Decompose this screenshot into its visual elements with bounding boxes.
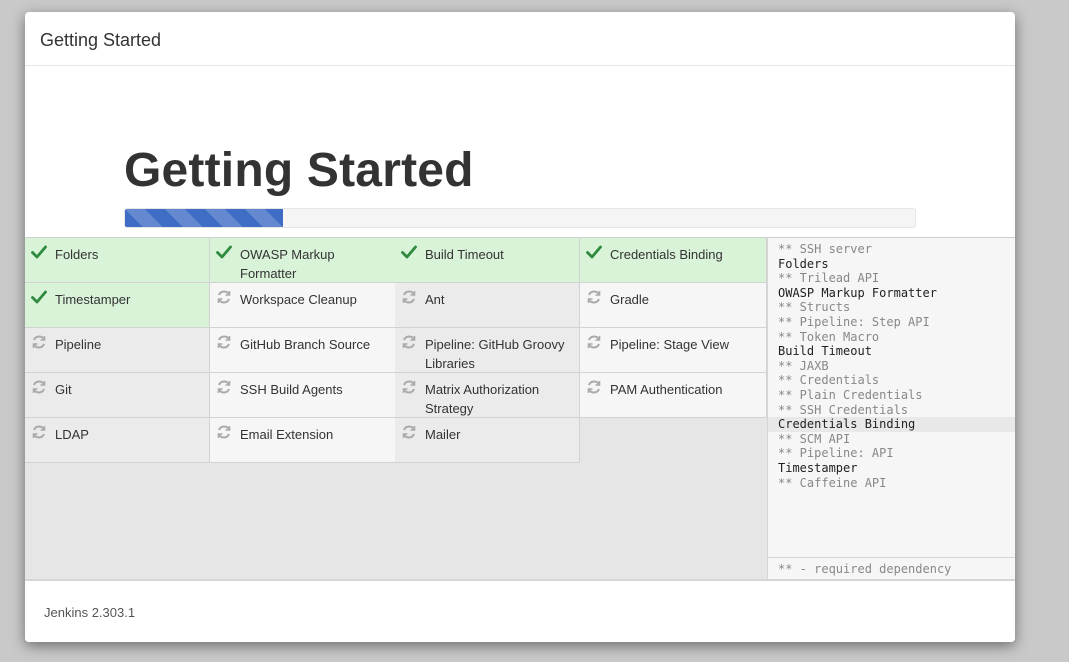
log-dependency-line: ** Plain Credentials [778,387,923,402]
log-dependency-line: ** Credentials [778,373,880,388]
getting-started-dialog: Getting Started Getting Started Folders O… [25,12,1015,642]
refresh-icon [586,334,602,350]
checkmark-icon [586,244,602,260]
plugin-name: OWASP Markup Formatter [240,247,335,281]
plugin-tile: Timestamper [25,283,210,328]
plugin-name: Pipeline: GitHub Groovy Libraries [425,337,565,371]
refresh-icon [401,379,417,395]
refresh-icon [216,379,232,395]
refresh-icon [31,424,47,440]
log-dependency-line: ** Structs [778,300,851,315]
log-dependency-line: ** SSH Credentials [778,402,909,417]
plugin-tile: Pipeline: Stage View [580,328,767,373]
refresh-icon [31,334,47,350]
plugin-tile: Credentials Binding [580,238,767,283]
refresh-icon [216,334,232,350]
plugin-tile: LDAP [25,418,210,463]
plugin-tile: Folders [25,238,210,283]
plugin-name: Workspace Cleanup [240,292,357,307]
plugin-name: Pipeline [55,337,102,352]
plugin-name: Build Timeout [425,247,504,262]
plugin-tile: Pipeline: GitHub Groovy Libraries [395,328,580,373]
install-progress-bar [124,208,916,228]
plugin-name: Mailer [425,427,461,442]
install-log-panel[interactable]: ** SSH server Folders ** Trilead API OWASP … [767,238,1015,579]
log-dependency-line: ** Pipeline: API [778,446,894,461]
plugin-tile: Workspace Cleanup [210,283,396,328]
log-dependency-line: ** JAXB [778,358,829,373]
plugin-name: Folders [55,247,99,262]
refresh-icon [31,379,47,395]
plugin-name: SSH Build Agents [240,382,343,397]
plugin-name: Ant [425,292,445,307]
checkmark-icon [31,289,47,305]
plugin-name: Credentials Binding [610,247,723,262]
plugin-name: Git [55,382,72,397]
log-dependency-line: ** Caffeine API [778,475,887,490]
plugin-name: Matrix Authorization Strategy [425,382,540,416]
plugin-name: PAM Authentication [610,382,723,397]
dialog-footer: Jenkins 2.303.1 [25,579,1015,642]
dialog-header: Getting Started [25,12,1015,66]
checkmark-icon [401,244,417,260]
refresh-icon [401,289,417,305]
checkmark-icon [31,244,47,260]
plugin-name: Pipeline: Stage View [610,337,730,352]
plugin-tile: SSH Build Agents [210,373,396,418]
plugin-grid: Folders OWASP Markup Formatter Build Timeo… [25,238,767,579]
plugin-tile: GitHub Branch Source [210,328,396,373]
plugin-tile: Matrix Authorization Strategy [395,373,580,418]
jenkins-version: Jenkins 2.303.1 [44,605,136,620]
refresh-icon [401,334,417,350]
refresh-icon [216,289,232,305]
hero-section: Getting Started [25,67,1015,239]
log-dependency-line: ** Pipeline: Step API [778,314,930,329]
plugin-tile: Ant [395,283,580,328]
log-plugin-line: Timestamper [778,460,858,475]
refresh-icon [586,289,602,305]
plugin-name: LDAP [55,427,89,442]
plugin-name: Email Extension [240,427,334,442]
plugin-tile: Pipeline [25,328,210,373]
refresh-icon [216,424,232,440]
refresh-icon [586,379,602,395]
log-plugin-line: Credentials Binding [768,417,1015,432]
plugin-tile: Gradle [580,283,767,328]
log-dependency-line: ** Trilead API [778,271,880,286]
plugin-name: Timestamper [55,292,131,307]
log-dependency-line: ** SSH server [778,242,872,256]
refresh-icon [401,424,417,440]
page-title: Getting Started [124,144,474,197]
install-log: ** SSH server Folders ** Trilead API OWASP … [768,242,1015,490]
dialog-title: Getting Started [40,30,162,50]
log-plugin-line: Folders [778,256,829,271]
plugin-tile: Build Timeout [395,238,580,283]
plugin-tile: Git [25,373,210,418]
progress-fill [125,209,283,227]
plugin-tile: Mailer [395,418,580,463]
plugin-name: Gradle [610,292,650,307]
log-dependency-line: ** Token Macro [778,329,880,344]
log-plugin-line: Build Timeout [778,344,872,359]
log-legend: ** - required dependency [768,557,1015,579]
checkmark-icon [216,244,232,260]
log-plugin-line: OWASP Markup Formatter [778,285,937,300]
plugin-tile: PAM Authentication [580,373,767,418]
log-dependency-line: ** SCM API [778,431,851,446]
plugin-tile: Email Extension [210,418,396,463]
plugin-tile: OWASP Markup Formatter [210,238,396,283]
plugin-name: GitHub Branch Source [240,337,371,352]
